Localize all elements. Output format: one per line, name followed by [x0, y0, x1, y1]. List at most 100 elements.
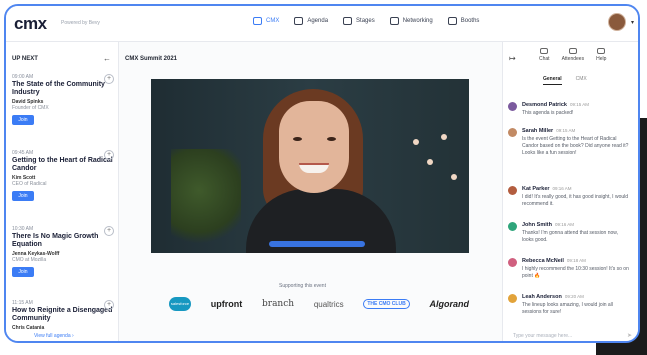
message-author: John Smith 09:16 AM [522, 222, 574, 228]
chat-input[interactable]: Type your message here... [513, 333, 572, 339]
tab-label: Chat [539, 56, 550, 62]
session-item: 09:45 AM Getting to the Heart of Radical… [12, 150, 116, 201]
tab-chat[interactable]: Chat [539, 48, 550, 62]
channel-cmx[interactable]: CMX [576, 76, 587, 85]
session-company: CEO of Radical [12, 181, 47, 187]
session-time: 09:45 AM [12, 150, 34, 156]
sponsor-logo-branch[interactable]: branch [262, 299, 294, 309]
message-text: This agenda is packed! [522, 110, 574, 116]
up-next-heading: UP NEXT [12, 56, 38, 62]
help-icon [597, 48, 606, 54]
nav-item-booths[interactable]: Booths [447, 17, 480, 25]
session-company: CMO at Mozilla [12, 257, 47, 263]
session-item: 09:00 AM The State of the Community Indu… [12, 74, 116, 125]
session-item: 11:15 AM How to Reignite a Disengaged Co… [12, 300, 116, 331]
tab-label: Attendees [561, 56, 585, 62]
session-title[interactable]: Getting to the Heart of Radical Candor [12, 157, 116, 173]
author-name: John Smith [522, 222, 552, 228]
video-controls-bar[interactable] [269, 241, 365, 247]
session-time: 09:00 AM [12, 74, 34, 80]
channel-general[interactable]: General [543, 76, 562, 85]
sponsors-heading: Supporting this event [279, 283, 326, 289]
logo[interactable]: cmx [14, 14, 47, 34]
page-title: CMX Summit 2021 [125, 56, 178, 62]
nav-item-networking[interactable]: Networking [389, 17, 433, 25]
chat-icon [540, 48, 549, 54]
avatar [508, 128, 517, 137]
message-text: I highly recommend the 10:30 session! It… [522, 266, 629, 279]
video-player[interactable] [151, 79, 469, 253]
sponsor-logo-algorand[interactable]: Algorand [429, 299, 469, 309]
nav-item-agenda[interactable]: Agenda [294, 17, 328, 25]
sponsor-logo-upfront[interactable]: upfront [211, 299, 243, 309]
add-to-agenda-icon[interactable]: + [104, 300, 114, 310]
panel-tabs: Chat Attendees Help [539, 48, 606, 62]
plant-graphic [171, 149, 241, 253]
up-next-sidebar: UP NEXT ← 09:00 AM The State of the Comm… [6, 42, 119, 341]
message-time: 09:18 AM [566, 258, 586, 263]
main-stage: CMX Summit 2021 Supporting this event sa… [119, 42, 502, 341]
author-name: Leah Anderson [522, 294, 562, 300]
top-navigation: cmx Powered by Bevy CMX Agenda Stages Ne… [6, 6, 638, 42]
author-name: Desmond Patrick [522, 102, 567, 108]
light-dot [413, 139, 419, 145]
join-button[interactable]: Join [12, 191, 34, 201]
session-title[interactable]: The State of the Community Industry [12, 81, 116, 97]
chevron-down-icon[interactable]: ▾ [631, 19, 634, 26]
message-author: Leah Anderson 09:20 AM [522, 294, 584, 300]
session-item: 10:30 AM There Is No Magic Growth Equati… [12, 226, 116, 277]
networking-icon [389, 17, 399, 25]
message-text: Is the event Getting to the Heart of Rad… [522, 136, 629, 156]
sponsor-logos: salesforce upfront branch qualtrics THE … [169, 297, 469, 311]
message-text: I did! It's really good, it has good ins… [522, 194, 629, 207]
light-dot [427, 159, 433, 165]
author-name: Sarah Miller [522, 128, 554, 134]
channel-tabs: General CMX [543, 76, 587, 85]
attendees-icon [568, 48, 577, 54]
join-button[interactable]: Join [12, 115, 34, 125]
join-button[interactable]: Join [12, 267, 34, 277]
author-name: Kat Parker [522, 186, 550, 192]
message-text: The lineup looks amazing, I would join a… [522, 302, 613, 315]
app-window: cmx Powered by Bevy CMX Agenda Stages Ne… [4, 4, 640, 343]
light-dot [451, 174, 457, 180]
tab-attendees[interactable]: Attendees [561, 48, 585, 62]
stage-icon [343, 17, 353, 25]
session-company: Founder of CMX [12, 105, 49, 111]
speaker-face [279, 101, 349, 193]
tab-help[interactable]: Help [596, 48, 606, 62]
nav-item-label: Booths [460, 18, 480, 24]
add-to-agenda-icon[interactable]: + [104, 226, 114, 236]
nav-item-stages[interactable]: Stages [343, 17, 375, 25]
add-to-agenda-icon[interactable]: + [104, 74, 114, 84]
sponsor-logo-cmo-club[interactable]: THE CMO CLUB [363, 299, 410, 309]
message-time: 09:15 AM [569, 102, 589, 107]
user-avatar[interactable] [608, 13, 626, 31]
light-dot [441, 134, 447, 140]
chat-panel: ↦ Chat Attendees Help General CMX Desmon… [502, 42, 638, 341]
session-time: 11:15 AM [12, 300, 33, 306]
nav-items: CMX Agenda Stages Networking Booths [253, 17, 479, 25]
sponsor-logo-salesforce[interactable]: salesforce [169, 297, 191, 311]
nav-item-label: Stages [356, 18, 375, 24]
session-title[interactable]: How to Reignite a Disengaged Community [12, 307, 116, 323]
message-text: Thanks! I'm gonna attend that session no… [522, 230, 619, 243]
view-full-agenda-link[interactable]: View full agenda › [34, 333, 74, 339]
powered-by-label: Powered by Bevy [61, 20, 100, 26]
expand-arrow-icon[interactable]: ↦ [509, 54, 516, 63]
nav-item-cmx[interactable]: CMX [253, 17, 279, 25]
nav-item-label: CMX [266, 18, 280, 24]
add-to-agenda-icon[interactable]: + [104, 150, 114, 160]
sponsor-logo-qualtrics[interactable]: qualtrics [314, 300, 344, 309]
session-title[interactable]: There Is No Magic Growth Equation [12, 233, 116, 249]
avatar [508, 294, 517, 303]
nav-item-label: Agenda [307, 18, 329, 24]
booth-icon [447, 17, 457, 25]
agenda-icon [294, 17, 304, 25]
message-time: 09:20 AM [564, 294, 584, 299]
collapse-arrow-icon[interactable]: ← [103, 54, 111, 63]
session-time: 10:30 AM [12, 226, 34, 232]
nav-item-label: Networking [402, 18, 433, 24]
avatar [508, 222, 517, 231]
send-icon[interactable]: ➤ [627, 332, 632, 339]
